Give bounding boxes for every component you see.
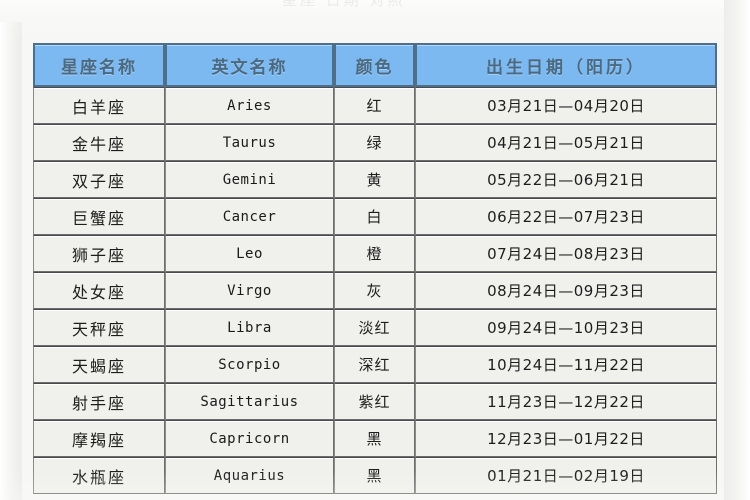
cell-birth-date: 08月24日—09月23日 [415,272,717,309]
cell-color: 红 [334,87,415,124]
column-header-birth-date: 出生日期（阳历） [415,43,717,87]
cell-english-name: Virgo [165,272,334,309]
cell-color: 黑 [334,420,415,457]
faded-page-title: 星座 日期 对照 [0,0,750,22]
table-row: 狮子座 Leo 橙 07月24日—08月23日 [33,235,717,272]
cell-zodiac-name: 天蝎座 [33,346,165,383]
cell-birth-date: 10月24日—11月22日 [415,346,717,383]
table-row: 处女座 Virgo 灰 08月24日—09月23日 [33,272,717,309]
table-row: 摩羯座 Capricorn 黑 12月23日—01月22日 [33,420,717,457]
table-header-row: 星座名称 英文名称 颜色 出生日期（阳历） [33,43,717,87]
cell-color: 黄 [334,161,415,198]
column-header-english-name: 英文名称 [165,43,334,87]
document-page: 星座 日期 对照 星座名称 英文名称 颜色 出生日期（阳历） 白羊座 Aries 红… [0,0,750,500]
cell-color: 白 [334,198,415,235]
cell-zodiac-name: 水瓶座 [33,457,165,494]
cell-english-name: Cancer [165,198,334,235]
cell-color: 紫红 [334,383,415,420]
table-row: 水瓶座 Aquarius 黑 01月21日—02月19日 [33,457,717,494]
cell-english-name: Libra [165,309,334,346]
table-header: 星座名称 英文名称 颜色 出生日期（阳历） [33,43,717,87]
cell-english-name: Capricorn [165,420,334,457]
cell-birth-date: 03月21日—04月20日 [415,87,717,124]
cell-color: 绿 [334,124,415,161]
cell-zodiac-name: 金牛座 [33,124,165,161]
table-body: 白羊座 Aries 红 03月21日—04月20日 金牛座 Taurus 绿 04月21日—0… [33,87,717,494]
cell-birth-date: 01月21日—02月19日 [415,457,717,494]
cell-color: 橙 [334,235,415,272]
cell-birth-date: 12月23日—01月22日 [415,420,717,457]
cell-english-name: Scorpio [165,346,334,383]
table-row: 巨蟹座 Cancer 白 06月22日—07月23日 [33,198,717,235]
cell-english-name: Aquarius [165,457,334,494]
cell-birth-date: 04月21日—05月21日 [415,124,717,161]
zodiac-reference-table: 星座名称 英文名称 颜色 出生日期（阳历） 白羊座 Aries 红 03月21日—04… [33,43,717,494]
cell-english-name: Taurus [165,124,334,161]
faded-page-title-text: 星座 日期 对照 [282,0,406,9]
cell-english-name: Sagittarius [165,383,334,420]
cell-zodiac-name: 狮子座 [33,235,165,272]
cell-english-name: Leo [165,235,334,272]
cell-zodiac-name: 天秤座 [33,309,165,346]
cell-english-name: Aries [165,87,334,124]
cell-zodiac-name: 处女座 [33,272,165,309]
cell-birth-date: 11月23日—12月22日 [415,383,717,420]
cell-zodiac-name: 巨蟹座 [33,198,165,235]
cell-birth-date: 09月24日—10月23日 [415,309,717,346]
cell-color: 淡红 [334,309,415,346]
cell-zodiac-name: 摩羯座 [33,420,165,457]
table-row: 金牛座 Taurus 绿 04月21日—05月21日 [33,124,717,161]
table-row: 白羊座 Aries 红 03月21日—04月20日 [33,87,717,124]
cell-zodiac-name: 双子座 [33,161,165,198]
cell-zodiac-name: 射手座 [33,383,165,420]
cell-birth-date: 07月24日—08月23日 [415,235,717,272]
cell-color: 深红 [334,346,415,383]
cell-english-name: Gemini [165,161,334,198]
cell-birth-date: 06月22日—07月23日 [415,198,717,235]
table-row: 射手座 Sagittarius 紫红 11月23日—12月22日 [33,383,717,420]
cell-birth-date: 05月22日—06月21日 [415,161,717,198]
cell-color: 灰 [334,272,415,309]
column-header-zodiac-name: 星座名称 [33,43,165,87]
table-row: 天秤座 Libra 淡红 09月24日—10月23日 [33,309,717,346]
column-header-color: 颜色 [334,43,415,87]
cell-color: 黑 [334,457,415,494]
table-row: 双子座 Gemini 黄 05月22日—06月21日 [33,161,717,198]
cell-zodiac-name: 白羊座 [33,87,165,124]
table-row: 天蝎座 Scorpio 深红 10月24日—11月22日 [33,346,717,383]
